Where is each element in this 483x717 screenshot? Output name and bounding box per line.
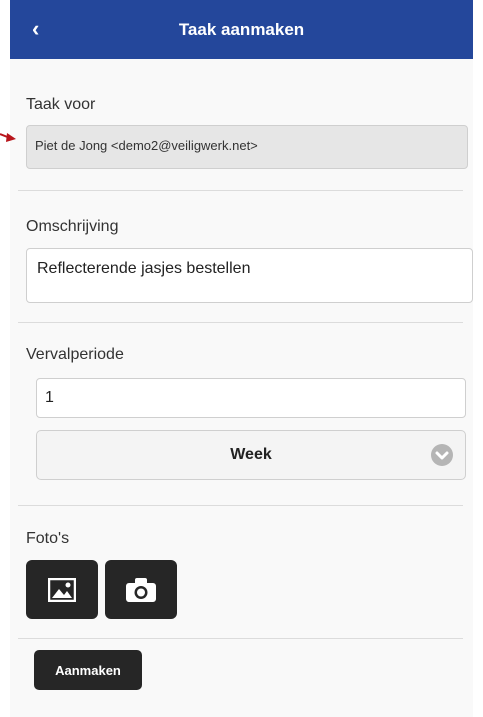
expiry-label: Vervalperiode — [26, 346, 124, 363]
description-label: Omschrijving — [26, 218, 119, 235]
gallery-button[interactable] — [26, 560, 98, 619]
expiry-amount-input[interactable]: 1 — [36, 378, 466, 418]
description-input[interactable]: Reflecterende jasjes bestellen — [26, 248, 473, 303]
arrow-pointer-icon — [0, 133, 16, 142]
divider — [18, 322, 463, 323]
expiry-unit-select[interactable]: Week — [36, 430, 466, 480]
chevron-down-circle-icon — [431, 444, 453, 466]
divider — [18, 190, 463, 191]
expiry-unit-value: Week — [230, 446, 272, 463]
divider — [18, 638, 463, 639]
camera-button[interactable] — [105, 560, 177, 619]
page-title: Taak aanmaken — [178, 19, 305, 39]
create-button[interactable]: Aanmaken — [34, 650, 142, 690]
back-button[interactable]: ‹ — [32, 18, 39, 40]
app-header: ‹ Taak aanmaken — [10, 0, 473, 59]
assignee-field: Piet de Jong <demo2@veiligwerk.net> — [26, 125, 468, 169]
divider — [18, 505, 463, 506]
assignee-label: Taak voor — [26, 96, 96, 113]
camera-icon — [126, 577, 156, 602]
image-icon — [48, 577, 76, 602]
photos-label: Foto's — [26, 530, 70, 547]
